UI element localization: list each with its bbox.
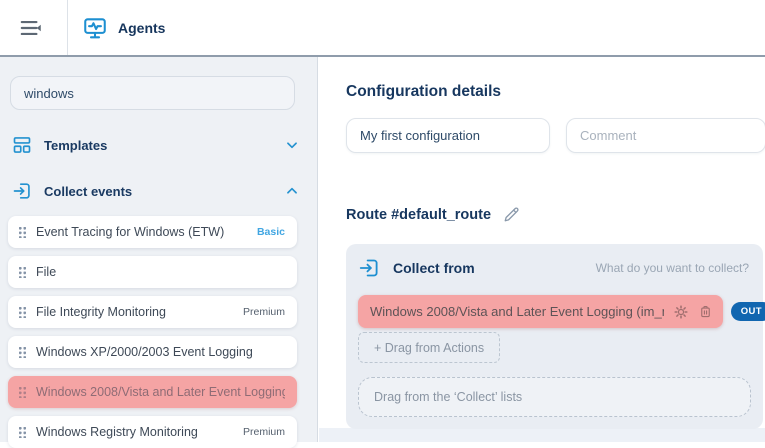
sidebar-section-templates[interactable]: Templates (0, 133, 317, 157)
sidebar-collapse-button[interactable] (15, 12, 47, 44)
drag-from-actions-button[interactable]: + Drag from Actions (358, 332, 500, 363)
module-settings-button[interactable] (673, 304, 689, 320)
route-title: Route #default_route (346, 207, 491, 223)
drag-handle-icon (19, 267, 26, 278)
main-content: Configuration details Route #default_rou… (319, 57, 765, 442)
list-item-label: File Integrity Monitoring (36, 305, 235, 319)
page-background-strip (319, 428, 765, 442)
basic-badge: Basic (257, 226, 285, 238)
templates-icon (12, 135, 32, 155)
panel-hint: What do you want to collect? (596, 261, 749, 275)
module-card-windows-2008-event-logging[interactable]: Windows 2008/Vista and Later Event Loggi… (358, 295, 723, 328)
agents-monitor-pulse-icon (82, 15, 108, 41)
edit-route-button[interactable] (502, 205, 521, 224)
app-title: Agents (118, 20, 165, 36)
comment-input[interactable] (566, 118, 765, 153)
configuration-name-input[interactable] (346, 118, 550, 153)
chevron-up-icon (285, 184, 299, 198)
collect-from-icon (358, 257, 380, 279)
module-delete-button[interactable] (698, 304, 714, 320)
premium-badge: Premium (243, 306, 285, 318)
topbar-divider (67, 0, 68, 55)
pencil-icon (502, 205, 521, 224)
chevron-down-icon (285, 138, 299, 152)
list-item-label: File (36, 265, 285, 279)
panel-title: Collect from (393, 260, 596, 276)
list-item-label: Windows 2008/Vista and Later Event Loggi… (36, 385, 285, 399)
list-item-file[interactable]: File (8, 256, 297, 288)
collect-events-icon (12, 181, 32, 201)
module-label: Windows 2008/Vista and Later Event Loggi… (370, 304, 664, 319)
drag-handle-icon (19, 227, 26, 238)
collect-from-panel: Collect from What do you want to collect… (346, 244, 763, 429)
list-item-windows-2008-event-logging[interactable]: Windows 2008/Vista and Later Event Loggi… (8, 376, 297, 408)
drag-handle-icon (19, 427, 26, 438)
list-item-label: Windows Registry Monitoring (36, 425, 235, 439)
drag-handle-icon (19, 347, 26, 358)
list-item-event-tracing-etw[interactable]: Event Tracing for Windows (ETW) Basic (8, 216, 297, 248)
search-input[interactable] (10, 76, 295, 110)
trash-icon (698, 304, 713, 319)
collect-dropzone[interactable]: Drag from the ‘Collect’ lists (358, 377, 751, 417)
gear-icon (673, 304, 689, 320)
sidebar-section-label: Templates (44, 138, 285, 153)
list-item-file-integrity-monitoring[interactable]: File Integrity Monitoring Premium (8, 296, 297, 328)
list-item-label: Windows XP/2000/2003 Event Logging (36, 345, 285, 359)
app-logo: Agents (82, 15, 165, 41)
sidebar-collapse-icon (18, 15, 44, 41)
out-badge: OUT (731, 302, 765, 321)
sidebar-section-label: Collect events (44, 184, 285, 199)
sidebar-section-collect-events[interactable]: Collect events (0, 179, 317, 203)
premium-badge: Premium (243, 426, 285, 438)
drag-handle-icon (19, 387, 26, 398)
drag-handle-icon (19, 307, 26, 318)
collect-events-list: Event Tracing for Windows (ETW) Basic Fi… (0, 216, 317, 448)
list-item-label: Event Tracing for Windows (ETW) (36, 225, 249, 239)
topbar: Agents (0, 0, 765, 57)
list-item-windows-registry-monitoring[interactable]: Windows Registry Monitoring Premium (8, 416, 297, 448)
sidebar: Templates Collect events Event Tracing f… (0, 57, 318, 442)
list-item-windows-xp-event-logging[interactable]: Windows XP/2000/2003 Event Logging (8, 336, 297, 368)
page-title: Configuration details (346, 83, 765, 101)
